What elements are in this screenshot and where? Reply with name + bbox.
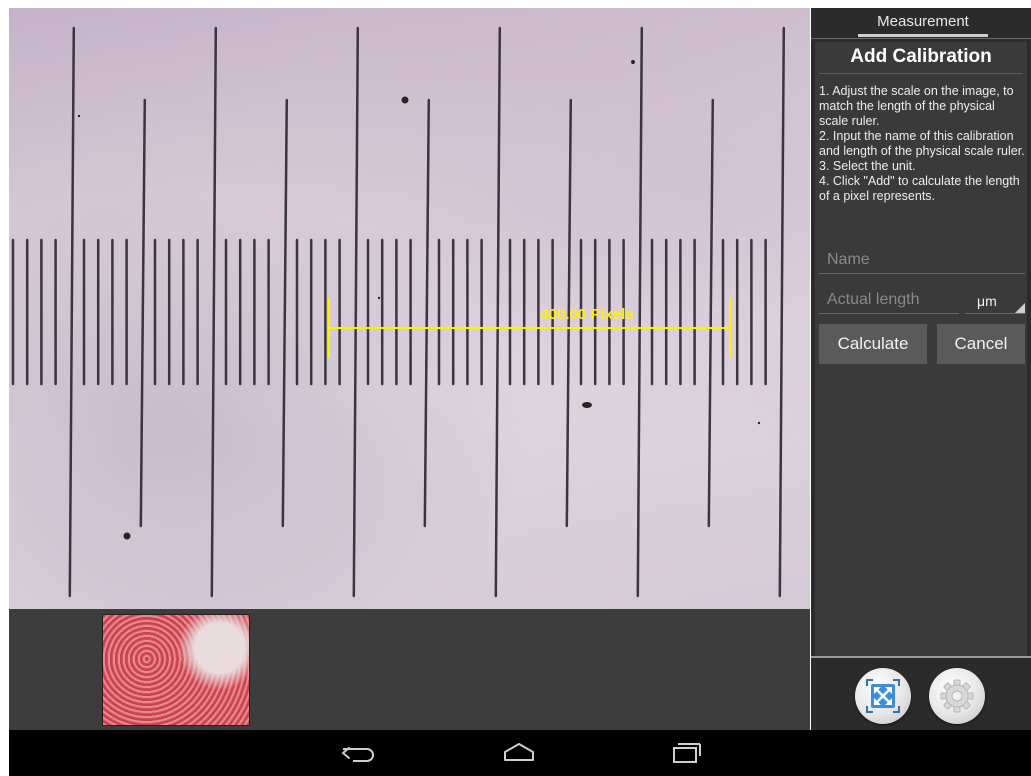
navigation-bar xyxy=(9,730,1031,776)
home-icon[interactable] xyxy=(499,740,539,766)
settings-button[interactable] xyxy=(929,668,985,724)
ruler-graduation xyxy=(210,26,218,598)
cancel-button[interactable]: Cancel xyxy=(937,324,1025,364)
fit-screen-icon xyxy=(866,679,900,713)
fit-screen-button[interactable] xyxy=(855,668,911,724)
instruction-step: 3. Select the unit. xyxy=(819,159,916,173)
instruction-step: 2. Input the name of this calibration an… xyxy=(819,129,1025,158)
scale-ruler-image: 400.00 Pixels xyxy=(11,26,786,598)
instruction-step: 4. Click "Add" to calculate the length o… xyxy=(819,174,1020,203)
panel-title: Add Calibration xyxy=(850,46,992,67)
measurement-line[interactable] xyxy=(328,298,731,358)
title-divider xyxy=(819,73,1023,74)
ruler-graduation xyxy=(352,26,360,598)
tab-bar: Measurement xyxy=(811,8,1031,39)
footer-divider xyxy=(811,656,1031,658)
ruler-graduation xyxy=(423,98,431,528)
back-icon[interactable] xyxy=(339,740,379,766)
ruler-graduation xyxy=(68,26,76,598)
ruler-graduation xyxy=(281,98,289,528)
calculate-button[interactable]: Calculate xyxy=(819,324,927,364)
thumbnail-strip xyxy=(9,609,810,730)
ruler-graduation xyxy=(139,98,147,528)
actual-length-input[interactable]: Actual length xyxy=(819,288,959,314)
unit-value: μm xyxy=(977,293,997,309)
app-window: 400.00 Pixels Measurement Add Calibratio… xyxy=(0,0,1031,776)
image-thumbnail[interactable] xyxy=(103,615,249,725)
ruler-graduation xyxy=(707,98,715,528)
microscope-image-view[interactable]: 400.00 Pixels xyxy=(9,8,810,609)
calibration-form: Add Calibration 1. Adjust the scale on t… xyxy=(815,42,1027,658)
side-panel: Measurement Add Calibration 1. Adjust th… xyxy=(811,8,1031,730)
unit-select[interactable]: μm xyxy=(965,288,1025,314)
instruction-step: 1. Adjust the scale on the image, to mat… xyxy=(819,84,1014,128)
gear-icon xyxy=(940,679,974,713)
ruler-graduation xyxy=(636,26,644,598)
instructions-text: 1. Adjust the scale on the image, to mat… xyxy=(819,84,1027,204)
dropdown-caret-icon xyxy=(1015,303,1025,313)
calibration-name-input[interactable]: Name xyxy=(819,248,1025,274)
ruler-graduation xyxy=(494,26,502,598)
ruler-graduation xyxy=(778,26,786,598)
tab-measurement[interactable]: Measurement xyxy=(858,8,988,37)
measurement-label: 400.00 Pixels xyxy=(540,306,633,323)
recent-apps-icon[interactable] xyxy=(664,740,704,766)
image-specks xyxy=(77,60,761,540)
